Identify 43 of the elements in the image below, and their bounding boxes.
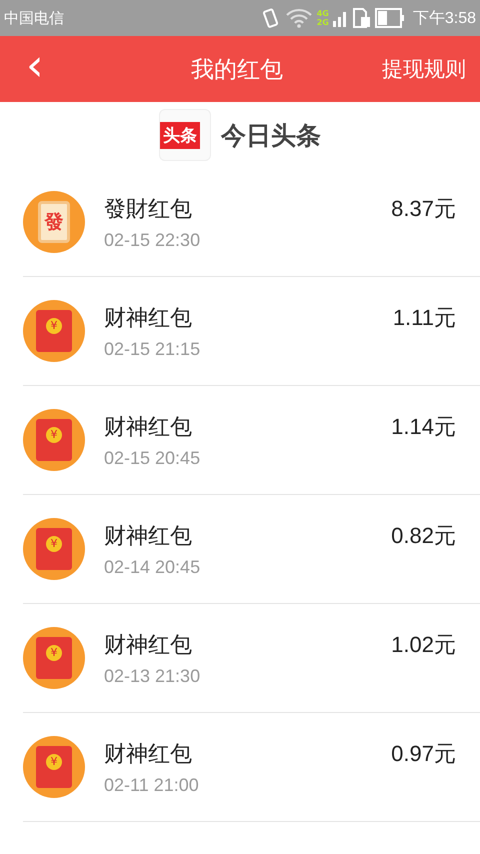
packet-time: 02-15 22:30 [104,230,202,250]
vibrate-icon [260,7,281,29]
clock: 下午3:58 [412,8,476,28]
packet-time: 02-13 21:30 [104,666,202,686]
packet-name: 财神红包 [104,740,193,768]
packet-time: 02-15 21:15 [104,338,202,360]
back-button[interactable]: ‹ [18,44,52,94]
packet-amount: 1.14元 [391,413,456,441]
packet-time: 02-14 20:45 [104,556,202,578]
carrier-name: 中国电信 [4,8,64,28]
packet-amount: 0.82元 [391,522,456,550]
packet-name: 發財红包 [104,196,193,224]
envelope-icon: 發 [23,191,85,253]
battery-icon [374,8,405,28]
page-title: 我的红包 [190,56,283,84]
brand-name: 今日头条 [221,120,321,152]
envelope-row[interactable]: ¥ 财神红包 02-11 21:00 0.97元 [23,713,480,822]
withdraw-rules-link[interactable]: 提现规则 [382,55,466,83]
envelope-row[interactable]: ¥ 财神红包 02-15 21:15 1.11元 [23,277,480,386]
sim-card-icon [352,8,371,28]
envelope-row[interactable]: ¥ 财神红包 02-15 20:45 1.14元 [23,386,480,495]
envelope-row[interactable]: ¥ 财神红包 02-13 21:30 1.02元 [23,604,480,713]
packet-name: 财神红包 [104,304,193,332]
signal-icon [332,9,349,27]
envelope-icon: ¥ [23,409,85,471]
packet-name: 财神红包 [104,522,193,550]
packet-name: 财神红包 [104,414,193,442]
packet-time: 02-11 21:00 [104,774,200,796]
envelope-icon: ¥ [23,300,85,362]
packet-amount: 0.97元 [391,740,456,768]
packet-amount: 8.37元 [391,195,456,223]
envelope-icon: ¥ [23,627,85,689]
envelope-row[interactable]: 發 發財红包 02-15 22:30 8.37元 [23,168,480,277]
wifi-icon [284,8,313,28]
packet-amount: 1.11元 [392,304,456,332]
network-type: 4G 2G [316,9,329,27]
envelope-icon: ¥ [23,518,85,580]
packet-name: 财神红包 [104,632,193,660]
app-logo: 头条 [159,109,211,161]
envelope-icon: ¥ [23,736,85,798]
packet-amount: 1.02元 [391,631,456,659]
packet-time: 02-15 20:45 [104,448,202,468]
envelope-row[interactable]: ¥ 财神红包 02-14 20:45 0.82元 [23,495,480,604]
